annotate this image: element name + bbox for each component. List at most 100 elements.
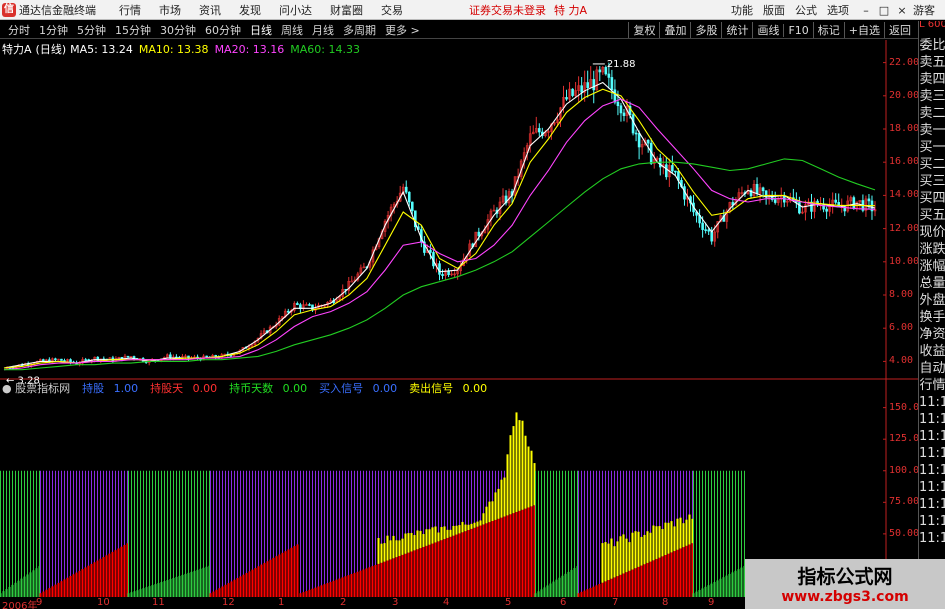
sidebar-item[interactable]: 收益 bbox=[919, 343, 945, 360]
sidebar-item[interactable]: 换手 bbox=[919, 309, 945, 326]
indicator-cash-days: 持币天数 0.00 bbox=[229, 382, 308, 395]
candle-body bbox=[622, 112, 626, 116]
indicator-name: ● 股票指标网 bbox=[2, 382, 71, 395]
sidebar-item[interactable]: 卖三 bbox=[919, 88, 945, 105]
indicator-tick-label: 75.00 bbox=[889, 496, 920, 508]
sidebar-item[interactable]: 自动 bbox=[919, 360, 945, 377]
sidebar-item[interactable]: 11:1 bbox=[919, 428, 945, 445]
sidebar-item[interactable]: 11:1 bbox=[919, 445, 945, 462]
date-tick-label: 11 bbox=[152, 597, 165, 608]
candle-body bbox=[619, 105, 623, 114]
price-tick-label: 12.00 bbox=[889, 222, 920, 234]
candle-body bbox=[761, 187, 765, 192]
date-tick-label: 3 bbox=[392, 597, 399, 608]
indicator-tick-label: 125.0 bbox=[889, 433, 920, 445]
sidebar-item[interactable]: 11:1 bbox=[919, 394, 945, 411]
sidebar-item[interactable]: 买四 bbox=[919, 190, 945, 207]
sidebar-item[interactable]: 委比 bbox=[919, 37, 945, 54]
sidebar-item[interactable]: 涨跌 bbox=[919, 241, 945, 258]
date-tick-label: 10 bbox=[97, 597, 110, 608]
price-tick-label: 6.00 bbox=[889, 322, 914, 334]
date-tick-label: 5 bbox=[505, 597, 512, 608]
candle-body bbox=[308, 304, 311, 306]
sidebar-item[interactable]: 买三 bbox=[919, 173, 945, 190]
candle-body bbox=[613, 89, 617, 103]
candle-body bbox=[586, 82, 589, 88]
candle-body bbox=[665, 164, 668, 178]
candle-body bbox=[852, 197, 856, 209]
sidebar-item[interactable]: 涨幅 bbox=[919, 258, 945, 275]
candle-body bbox=[631, 114, 635, 134]
date-tick-label: 7 bbox=[612, 597, 619, 608]
price-tick-label: 10.00 bbox=[889, 255, 920, 267]
candle-body bbox=[580, 85, 583, 93]
indicator-tick-label: 150.0 bbox=[889, 401, 920, 413]
candle-body bbox=[634, 132, 638, 135]
candle-body bbox=[410, 201, 414, 212]
sidebar-item[interactable]: 总量 bbox=[919, 275, 945, 292]
candle-body bbox=[296, 303, 299, 306]
date-tick-label: 2 bbox=[340, 597, 347, 608]
sidebar-item[interactable]: 净资 bbox=[919, 326, 945, 343]
candle-body bbox=[350, 280, 354, 283]
candle-body bbox=[674, 170, 677, 173]
candle-body bbox=[607, 73, 611, 78]
date-tick-label: 9 bbox=[36, 597, 43, 608]
candle-body bbox=[438, 263, 441, 275]
site-watermark: 指标公式网 www.zbgs3.com bbox=[745, 559, 945, 609]
sidebar-item[interactable]: 卖二 bbox=[919, 105, 945, 122]
date-tick-label: 6 bbox=[560, 597, 567, 608]
price-tick-label: 4.00 bbox=[889, 355, 914, 367]
candle-body bbox=[407, 191, 411, 203]
candle-body bbox=[84, 359, 87, 361]
indicator-buy-signal: 买入信号 0.00 bbox=[319, 382, 398, 395]
date-tick-label: 4 bbox=[443, 597, 450, 608]
sidebar-item[interactable]: 外盘 bbox=[919, 292, 945, 309]
candle-body bbox=[646, 139, 650, 144]
candle-body bbox=[707, 229, 710, 232]
sidebar-item[interactable]: 买一 bbox=[919, 139, 945, 156]
sidebar-item[interactable]: 11:1 bbox=[919, 411, 945, 428]
indicator-tick-label: 100.0 bbox=[889, 464, 920, 476]
sidebar-item[interactable]: 现价 bbox=[919, 224, 945, 241]
quote-sidebar: L 600 委比 卖五 卖四 卖三 卖二 卖一 买一 买二 买三 买四 买五 现价 涨跌 涨幅 总量 外盘 换手… bbox=[918, 21, 945, 607]
candle-body bbox=[42, 359, 45, 362]
sidebar-item[interactable]: 11:1 bbox=[919, 530, 945, 547]
candle-body bbox=[704, 229, 707, 231]
sidebar-item[interactable]: 买二 bbox=[919, 156, 945, 173]
sidebar-item[interactable]: 11:1 bbox=[919, 513, 945, 530]
candle-body bbox=[773, 199, 777, 203]
sidebar-item[interactable]: 卖四 bbox=[919, 71, 945, 88]
watermark-title: 指标公式网 bbox=[797, 566, 893, 588]
indicator-holding: 持股 1.00 bbox=[82, 382, 139, 395]
sidebar-item[interactable]: 11:1 bbox=[919, 496, 945, 513]
candle-body bbox=[755, 184, 759, 194]
price-tick-label: 18.00 bbox=[889, 123, 920, 134]
price-tick-label: 14.00 bbox=[889, 189, 920, 201]
candle-body bbox=[671, 165, 674, 172]
candle-body bbox=[825, 208, 828, 212]
sidebar-list: 委比 卖五 卖四 卖三 卖二 卖一 买一 买二 买三 买四 买五 现价 涨跌 涨幅 总量 外盘 换手 净资 收益 自动… bbox=[919, 37, 945, 547]
price-tick-label: 20.00 bbox=[889, 89, 920, 101]
indicator-sell-signal: 卖出信号 0.00 bbox=[409, 382, 488, 395]
candle-body bbox=[60, 358, 63, 361]
sidebar-item[interactable]: 11:1 bbox=[919, 462, 945, 479]
price-tick-label: 16.00 bbox=[889, 156, 920, 168]
sidebar-item[interactable]: 行情 bbox=[919, 377, 945, 394]
candle-body bbox=[598, 69, 602, 73]
price-tick-label: 22.00 bbox=[889, 56, 920, 68]
sidebar-top-label: L 600 bbox=[919, 21, 945, 30]
sidebar-item[interactable]: 买五 bbox=[919, 207, 945, 224]
chart-canvas[interactable]: 21.88← 3.28 bbox=[0, 0, 918, 609]
sidebar-item[interactable]: 卖一 bbox=[919, 122, 945, 139]
watermark-url: www.zbgs3.com bbox=[781, 589, 909, 605]
candle-body bbox=[286, 310, 290, 313]
indicator-holding-days: 持股天 0.00 bbox=[150, 382, 218, 395]
candle-body bbox=[126, 355, 130, 358]
indicator-tick-label: 50.00 bbox=[889, 527, 920, 539]
candle-body bbox=[404, 186, 408, 193]
sidebar-item[interactable]: 卖五 bbox=[919, 54, 945, 71]
sidebar-item[interactable]: 11:1 bbox=[919, 479, 945, 496]
candle-body bbox=[565, 97, 568, 100]
date-tick-label: 2006年 bbox=[2, 601, 38, 609]
